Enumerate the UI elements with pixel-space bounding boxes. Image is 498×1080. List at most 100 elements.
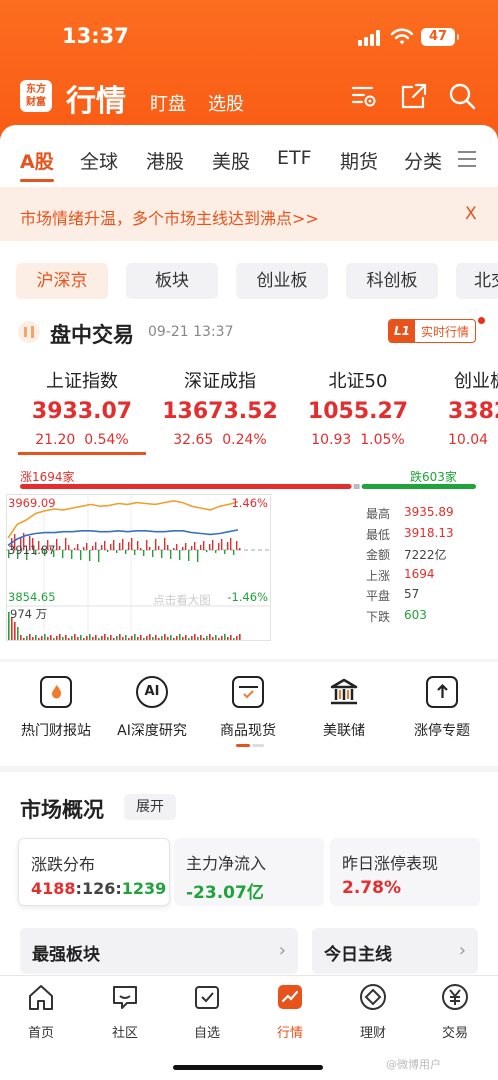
bank-icon [328, 676, 360, 708]
index-change: 10.93 1.05% [311, 432, 405, 448]
volume-bar [77, 637, 79, 640]
stat-label: 上涨 [366, 568, 391, 583]
volume-bar [47, 637, 49, 640]
sentiment-notice[interactable]: 市场情绪升温，多个市场主线达到沸点>> X [0, 187, 498, 241]
tab-category[interactable]: 分类 [404, 147, 442, 174]
expand-button[interactable]: 展开 [124, 794, 176, 820]
tick-bar [221, 539, 223, 550]
stat-label: 金额 [366, 548, 391, 562]
tab-a-shares[interactable]: A股 [20, 147, 54, 174]
stock-picker-tab[interactable]: 选股 [208, 90, 244, 116]
chip-bse[interactable]: 北交 [456, 263, 498, 299]
share-icon[interactable] [400, 82, 428, 110]
tick-bar [200, 545, 202, 550]
index-value: 1055.27 [307, 399, 409, 424]
card-value: 2.78% [342, 878, 401, 898]
volume-bar [62, 637, 64, 640]
tick-bar [107, 550, 109, 552]
tab-global[interactable]: 全球 [80, 147, 118, 174]
strongest-sector-section[interactable]: 最强板块 › [20, 928, 298, 974]
nav-watchlist[interactable]: 自选 [172, 982, 242, 1041]
close-icon[interactable]: X [465, 204, 477, 224]
net-inflow-card[interactable]: 主力净流入 -23.07亿 [174, 838, 324, 906]
volume-bar [218, 638, 220, 640]
chip-hushenjing[interactable]: 沪深京 [16, 263, 108, 299]
home-indicator [173, 1065, 323, 1070]
tab-us[interactable]: 美股 [212, 147, 250, 174]
volume-bar [92, 637, 94, 640]
index-shanghai[interactable]: 上证指数 3933.07 21.20 0.54% [12, 367, 152, 448]
index-bse50[interactable]: 北证50 1055.27 10.93 1.05% [288, 367, 428, 448]
updown-distribution-card[interactable]: 涨跌分布 4188:126:1239 [18, 838, 170, 906]
tab-futures[interactable]: 期货 [340, 147, 378, 174]
quick-label: 美联储 [323, 723, 365, 739]
volume-bar [35, 635, 37, 640]
volume-bar [215, 635, 217, 640]
decliners-label: 跌603家 [410, 470, 457, 484]
market-overview: 市场概况 展开 涨跌分布 4188:126:1239 主力净流入 -23.07亿… [0, 772, 498, 978]
nav-wealth[interactable]: 理财 [338, 982, 408, 1041]
tick-bar [188, 550, 190, 561]
tick-bar [74, 548, 76, 550]
chip-sector[interactable]: 板块 [126, 263, 218, 299]
volume-bar [59, 634, 61, 640]
volume-bar [182, 637, 184, 640]
nav-market[interactable]: 行情 [255, 982, 325, 1041]
section-label: 今日主线 [324, 945, 392, 965]
nav-community[interactable]: 社区 [90, 982, 160, 1041]
tick-bar [230, 538, 232, 550]
volume-bar [80, 635, 82, 640]
index-name: 创业板 [454, 371, 498, 392]
volume-bar [32, 637, 34, 640]
quick-commodities[interactable]: 商品现货 [198, 676, 298, 740]
tick-bar [128, 542, 130, 550]
stat-row: 金额 7222亿 [366, 546, 496, 567]
quick-fed[interactable]: 美联储 [294, 676, 394, 740]
volume-bar [71, 636, 73, 640]
search-icon[interactable] [448, 82, 476, 110]
page-title: 行情 [66, 84, 126, 119]
tick-bar [239, 548, 241, 550]
volume-bar [200, 635, 202, 640]
limit-up-performance-card[interactable]: 昨日涨停表现 2.78% [330, 838, 480, 906]
quick-earnings[interactable]: 热门财报站 [6, 676, 106, 740]
watch-tab[interactable]: 盯盘 [150, 90, 186, 116]
index-shenzhen[interactable]: 深证成指 13673.52 32.65 0.24% [150, 367, 290, 448]
y-min-label: 3854.65 [8, 590, 56, 604]
page-indicator [236, 744, 264, 747]
today-theme-section[interactable]: 今日主线 › [312, 928, 478, 974]
volume-bar [50, 635, 52, 640]
index-chinext[interactable]: 创业板 3382 10.04 [448, 367, 498, 448]
tick-bar [152, 550, 154, 557]
nav-trade[interactable]: 交易 [420, 982, 490, 1041]
tick-bar [224, 550, 226, 554]
chat-icon [113, 986, 137, 1009]
volume-bar [44, 634, 46, 640]
realtime-badge[interactable]: L1 实时行情 [388, 319, 476, 343]
quick-limit-up[interactable]: 涨停专题 [392, 676, 492, 740]
volume-bar [158, 638, 160, 640]
nav-label: 理财 [359, 1026, 386, 1041]
settings-list-icon[interactable] [350, 82, 378, 110]
tab-etf[interactable]: ETF [277, 147, 312, 169]
tick-bar [104, 541, 106, 550]
quick-ai-research[interactable]: AI AI深度研究 [102, 676, 202, 740]
stat-row: 上涨 1694 [366, 567, 496, 588]
notice-text[interactable]: 市场情绪升温，多个市场主线达到沸点>> [20, 205, 319, 229]
tab-hk[interactable]: 港股 [146, 147, 184, 174]
advancers-bar [20, 484, 352, 489]
ai-icon: AI [136, 676, 168, 708]
bottom-nav: 首页 社区 自选 行情 理财 交易 @微博用户 [0, 975, 498, 1080]
chip-chinext[interactable]: 创业板 [236, 263, 328, 299]
nav-home[interactable]: 首页 [6, 982, 76, 1041]
quick-label: 热门财报站 [21, 723, 91, 739]
tick-bar [182, 547, 184, 550]
volume-bar [104, 634, 106, 640]
chip-star-market[interactable]: 科创板 [346, 263, 438, 299]
menu-icon[interactable] [458, 151, 476, 167]
stat-value: 1694 [404, 566, 435, 581]
volume-bar [17, 627, 19, 640]
quick-label: 涨停专题 [414, 723, 470, 739]
tick-bar [86, 543, 88, 550]
volume-bar [155, 635, 157, 640]
